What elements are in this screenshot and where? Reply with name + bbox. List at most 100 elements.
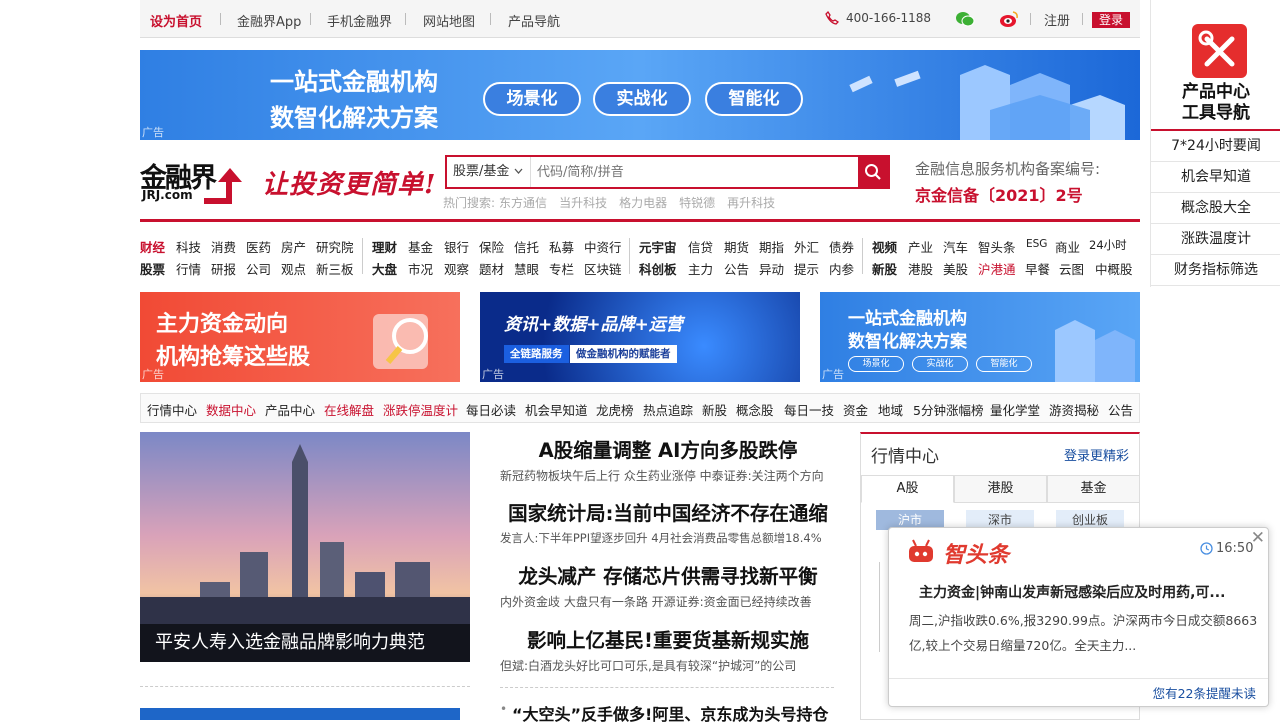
headline[interactable]: 影响上亿基民!重要货基新规实施 (498, 624, 838, 653)
close-icon[interactable]: ✕ (1251, 528, 1265, 548)
quick-link[interactable]: 资金 (843, 400, 868, 419)
quick-link[interactable]: 5分钟涨幅榜 (913, 400, 983, 419)
nav-item[interactable]: 消费 (211, 237, 236, 256)
unread-reminders-link[interactable]: 您有22条提醒未读 (889, 678, 1268, 707)
headline-sub[interactable]: 但斌:白酒龙头好比可口可乐,是具有较深“护城河”的公司 (500, 657, 796, 674)
headline[interactable]: 国家统计局:当前中国经济不存在通缩 (498, 497, 838, 526)
nav-item[interactable]: 期货 (724, 237, 749, 256)
quick-link[interactable]: 公告 (1108, 400, 1133, 419)
search-button[interactable] (858, 157, 888, 187)
nav-item[interactable]: 外汇 (794, 237, 819, 256)
tab-a-shares[interactable]: A股 (861, 475, 954, 503)
mobile-link[interactable]: 手机金融界 (327, 11, 392, 30)
nav-item[interactable]: 银行 (444, 237, 469, 256)
nav-item[interactable]: 视频 (872, 237, 897, 256)
nav-item[interactable]: 产业 (908, 237, 933, 256)
nav-item[interactable]: 保险 (479, 237, 504, 256)
app-link[interactable]: 金融界App (237, 11, 301, 30)
search-type-select[interactable]: 股票/基金 (447, 157, 531, 187)
nav-item[interactable]: 元宇宙 (639, 237, 677, 256)
nav-item[interactable]: 科技 (176, 237, 201, 256)
nav-item[interactable]: 私募 (549, 237, 574, 256)
nav-item[interactable]: 市况 (408, 259, 433, 278)
nav-item[interactable]: 股票 (140, 259, 165, 278)
jrj-logo[interactable]: 金融界 JRJ.com (140, 156, 255, 206)
headline[interactable]: 龙头减产 存储芯片供需寻找新平衡 (498, 560, 838, 589)
nav-item[interactable]: 研究院 (316, 237, 354, 256)
nav-item[interactable]: 信托 (514, 237, 539, 256)
nav-item[interactable]: 中资行 (584, 237, 622, 256)
nav-item[interactable]: 医药 (246, 237, 271, 256)
nav-item[interactable]: 港股 (908, 259, 933, 278)
nav-item[interactable]: 云图 (1059, 259, 1084, 278)
quick-link[interactable]: 涨跌停温度计 (383, 400, 458, 419)
product-nav-link[interactable]: 产品导航 (508, 11, 560, 30)
nav-item[interactable]: 专栏 (549, 259, 574, 278)
nav-item[interactable]: 期指 (759, 237, 784, 256)
quick-link[interactable]: 游资揭秘 (1049, 400, 1099, 419)
search-input[interactable] (537, 161, 837, 183)
login-button[interactable]: 登录 (1092, 12, 1130, 28)
quick-link[interactable]: 每日必读 (466, 400, 516, 419)
register-link[interactable]: 注册 (1044, 10, 1070, 29)
nav-item[interactable]: 商业 (1055, 237, 1080, 256)
popup-headline[interactable]: 主力资金|钟南山发声新冠感染后应及时用药,可... (919, 582, 1225, 602)
quick-link[interactable]: 新股 (702, 400, 727, 419)
nav-item[interactable]: 慧眼 (514, 259, 539, 278)
nav-item[interactable]: 债券 (829, 237, 854, 256)
set-homepage-link[interactable]: 设为首页 (150, 11, 202, 30)
hot-search-item[interactable]: 再升科技 (727, 196, 775, 210)
secondary-image[interactable] (140, 708, 460, 720)
nav-item[interactable]: 提示 (794, 259, 819, 278)
ad-services[interactable]: 资讯+数据+品牌+运营 全链路服务 做金融机构的赋能者 广告 (480, 292, 800, 382)
nav-item[interactable]: 公司 (246, 259, 271, 278)
nav-item[interactable]: 研报 (211, 259, 236, 278)
sidebar-item-news-24h[interactable]: 7*24小时要闻 (1151, 131, 1280, 162)
ad-capital-flow[interactable]: 主力资金动向 机构抢筹这些股 广告 (140, 292, 460, 382)
login-more-link[interactable]: 登录更精彩 (1064, 445, 1129, 464)
nav-item[interactable]: 科创板 (639, 259, 677, 278)
quick-link[interactable]: 概念股 (736, 400, 774, 419)
hot-search-item[interactable]: 当升科技 (559, 196, 607, 210)
nav-item[interactable]: 汽车 (943, 237, 968, 256)
headline-sub[interactable]: 内外资金歧 大盘只有一条路 开源证券:资金面已经持续改善 (500, 593, 812, 610)
ad-solutions[interactable]: 一站式金融机构 数智化解决方案 场景化 实战化 智能化 广告 (820, 292, 1140, 382)
hot-search-item[interactable]: 格力电器 (619, 196, 667, 210)
sidebar-item-financial-filter[interactable]: 财务指标筛选 (1151, 255, 1280, 286)
nav-item[interactable]: 观察 (444, 259, 469, 278)
nav-item[interactable]: 智头条 (978, 237, 1016, 256)
hot-search-item[interactable]: 东方通信 (499, 196, 547, 210)
quick-link[interactable]: 量化学堂 (990, 400, 1040, 419)
wechat-icon[interactable] (955, 10, 975, 28)
quick-link[interactable]: 机会早知道 (525, 400, 588, 419)
headline-sub[interactable]: 新冠药物板块午后上行 众生药业涨停 中泰证券:关注两个方向 (500, 467, 824, 484)
top-banner-ad[interactable]: 一站式金融机构 数智化解决方案 场景化 实战化 智能化 广告 (140, 50, 1140, 140)
nav-item[interactable]: 新股 (872, 259, 897, 278)
nav-item[interactable]: 中概股 (1095, 259, 1133, 278)
tab-funds[interactable]: 基金 (1047, 475, 1140, 503)
quick-link[interactable]: 每日一技 (784, 400, 834, 419)
nav-item[interactable]: 24小时 (1089, 237, 1127, 253)
quick-link[interactable]: 龙虎榜 (596, 400, 634, 419)
nav-item[interactable]: 异动 (759, 259, 784, 278)
nav-item[interactable]: 早餐 (1025, 259, 1050, 278)
nav-item[interactable]: 题材 (479, 259, 504, 278)
headline-sub[interactable]: 发言人:下半年PPI望逐步回升 4月社会消费品零售总额增18.4% (500, 530, 822, 546)
quick-link[interactable]: 热点追踪 (643, 400, 693, 419)
quick-link[interactable]: 产品中心 (265, 400, 315, 419)
sidebar-item-concepts[interactable]: 概念股大全 (1151, 193, 1280, 224)
quick-link[interactable]: 地域 (878, 400, 903, 419)
sidebar-item-thermometer[interactable]: 涨跌温度计 (1151, 224, 1280, 255)
tools-icon[interactable] (1192, 24, 1247, 78)
quick-link[interactable]: 在线解盘 (324, 400, 374, 419)
quick-link[interactable]: 行情中心 (147, 400, 197, 419)
nav-item[interactable]: 区块链 (584, 259, 622, 278)
nav-item[interactable]: 公告 (724, 259, 749, 278)
headline[interactable]: A股缩量调整 AI方向多股跌停 (498, 434, 838, 463)
tab-hk-shares[interactable]: 港股 (954, 475, 1047, 503)
nav-item[interactable]: 行情 (176, 259, 201, 278)
feature-image[interactable]: 平安人寿入选金融品牌影响力典范 (140, 432, 470, 662)
nav-item[interactable]: 主力 (688, 259, 713, 278)
nav-item[interactable]: ESG (1026, 238, 1047, 250)
sidebar-item-opportunities[interactable]: 机会早知道 (1151, 162, 1280, 193)
